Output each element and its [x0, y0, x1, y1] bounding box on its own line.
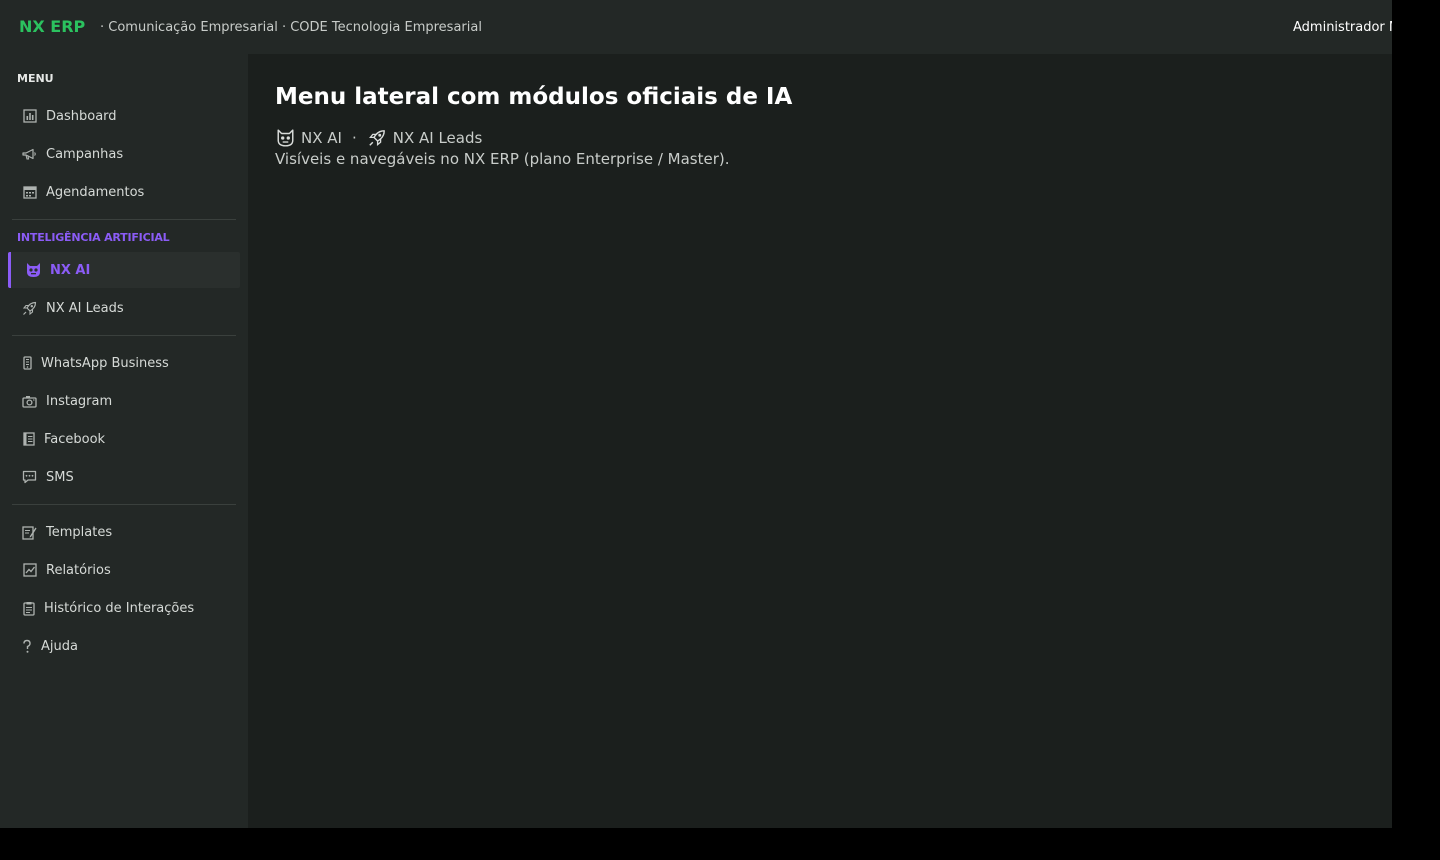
report-icon [21, 562, 38, 579]
sidebar-item-label: Campanhas [46, 146, 124, 162]
sidebar-item-label: NX AI Leads [46, 300, 124, 316]
phone-icon [21, 355, 33, 372]
sidebar-item-label: SMS [46, 469, 74, 485]
sidebar-item-nx-ai-leads[interactable]: NX AI Leads [8, 290, 240, 326]
sidebar-divider [12, 219, 236, 220]
sidebar-item-whatsapp[interactable]: WhatsApp Business [8, 345, 240, 381]
sidebar-item-label: Templates [46, 524, 113, 540]
clipboard-icon [21, 600, 36, 617]
rocket-icon [21, 300, 38, 317]
sidebar-item-label: Histórico de Interações [44, 600, 195, 616]
sidebar-section-menu: MENU [17, 72, 54, 85]
module-tags: NX AI · NX AI Leads [275, 128, 482, 148]
sidebar-item-nx-ai[interactable]: NX AI [8, 252, 240, 288]
user-menu[interactable]: Administrador M [1293, 20, 1392, 35]
sidebar-item-label: WhatsApp Business [41, 355, 169, 371]
sidebar-divider [12, 504, 236, 505]
sidebar-item-label: Agendamentos [46, 184, 145, 200]
brand-logo[interactable]: NX ERP [19, 17, 85, 36]
company-subtitle: · Comunicação Empresarial · CODE Tecnolo… [100, 20, 482, 35]
chat-icon [21, 469, 38, 486]
sidebar-item-templates[interactable]: Templates [8, 514, 240, 550]
sidebar-item-label: Facebook [44, 431, 106, 447]
tag-separator: · [351, 129, 357, 147]
help-icon [21, 638, 33, 655]
sidebar-item-label: Ajuda [41, 638, 78, 654]
rocket-icon [367, 128, 387, 148]
calendar-icon [21, 184, 38, 201]
sidebar-divider [12, 335, 236, 336]
camera-icon [21, 393, 38, 410]
tag-nx-ai: NX AI [301, 129, 342, 147]
main-content: Menu lateral com módulos oficiais de IA … [248, 54, 1392, 828]
sidebar-section-ai: INTELIGÊNCIA ARTIFICIAL [17, 231, 170, 244]
sidebar-item-relatorios[interactable]: Relatórios [8, 552, 240, 588]
sidebar-item-label: Dashboard [46, 108, 117, 124]
megaphone-icon [21, 146, 38, 163]
sidebar-item-label: Relatórios [46, 562, 111, 578]
sidebar-item-instagram[interactable]: Instagram [8, 383, 240, 419]
sidebar-item-sms[interactable]: SMS [8, 459, 240, 495]
sidebar-item-label: Instagram [46, 393, 113, 409]
edit-icon [21, 524, 38, 541]
sidebar: MENU Dashboard Campanhas Agendamentos IN… [0, 54, 248, 828]
sidebar-item-label: NX AI [50, 262, 91, 278]
sidebar-item-campanhas[interactable]: Campanhas [8, 136, 240, 172]
page-title: Menu lateral com módulos oficiais de IA [275, 84, 793, 110]
sidebar-item-facebook[interactable]: Facebook [8, 421, 240, 457]
top-bar: NX ERP · Comunicação Empresarial · CODE … [0, 0, 1392, 54]
tag-nx-ai-leads: NX AI Leads [392, 129, 483, 147]
chart-icon [21, 108, 38, 125]
book-icon [21, 431, 36, 448]
sidebar-item-agendamentos[interactable]: Agendamentos [8, 174, 240, 210]
robot-icon [25, 262, 42, 279]
robot-icon [275, 128, 295, 148]
page-description: Visíveis e navegáveis no NX ERP (plano E… [275, 150, 730, 168]
sidebar-item-ajuda[interactable]: Ajuda [8, 628, 240, 664]
sidebar-item-historico[interactable]: Histórico de Interações [8, 590, 240, 626]
app-window: NX ERP · Comunicação Empresarial · CODE … [0, 0, 1392, 828]
sidebar-item-dashboard[interactable]: Dashboard [8, 98, 240, 134]
